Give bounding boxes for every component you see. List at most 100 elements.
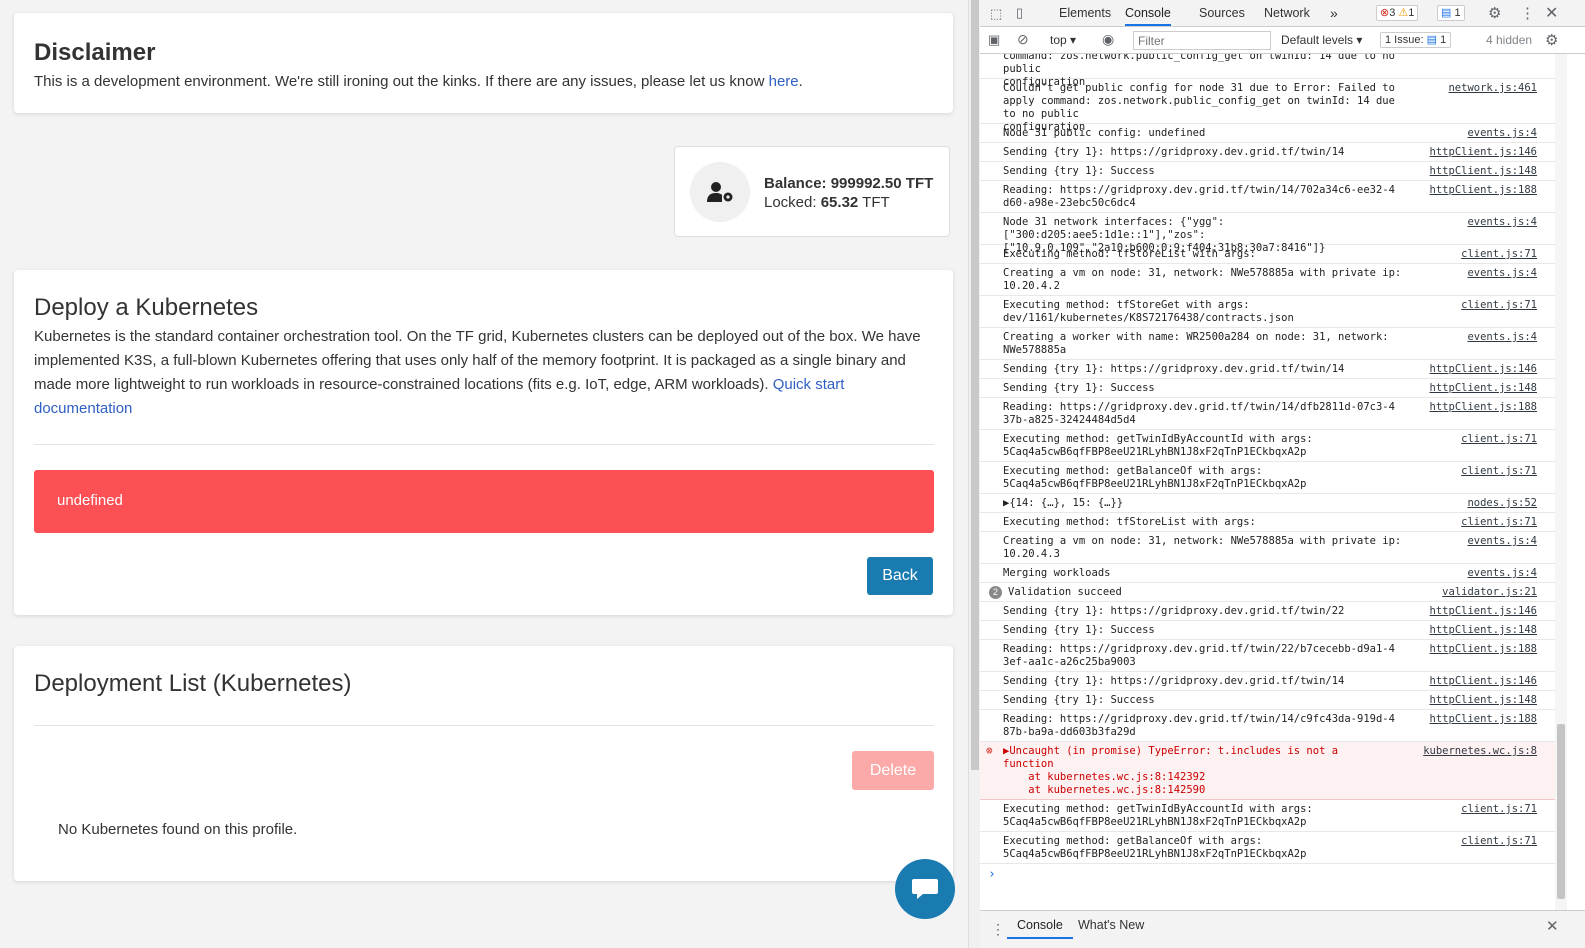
log-message: Creating a vm on node: 31, network: NWe5… [1003,267,1402,292]
log-source-link[interactable]: events.js:4 [1467,127,1537,140]
console-log-row: Sending {try 1}: https://gridproxy.dev.g… [980,602,1555,621]
console-scrollbar[interactable] [1555,54,1567,910]
more-options-icon[interactable]: ⋮ [1520,4,1535,22]
page-scrollbar-thumb[interactable] [971,0,979,770]
delete-button[interactable]: Delete [852,751,934,790]
drawer-toolbar: ⋮ Console What's New ✕ [980,910,1585,948]
chat-icon [912,879,938,899]
close-drawer-icon[interactable]: ✕ [1546,917,1559,935]
log-message: Sending {try 1}: https://gridproxy.dev.g… [1003,675,1345,687]
context-selector[interactable]: top ▾ [1050,33,1076,47]
more-tabs-button[interactable]: » [1330,0,1338,26]
log-source-link[interactable]: client.js:71 [1461,433,1537,446]
divider [34,725,934,726]
log-source-link[interactable]: nodes.js:52 [1467,497,1537,510]
drawer-tab-whats-new[interactable]: What's New [1078,911,1144,939]
log-message: Executing method: getTwinIdByAccountId w… [1003,803,1313,828]
user-settings-icon [707,182,733,202]
log-source-link[interactable]: client.js:71 [1461,465,1537,478]
device-toolbar-icon[interactable]: ▯ [1016,5,1023,21]
balance-card: Balance: 999992.50 TFT Locked: 65.32 TFT [674,146,950,237]
live-expression-icon[interactable]: ◉ [1102,31,1114,48]
console-log-row: Couldn't get public config for node 31 d… [980,79,1555,133]
disclaimer-body: This is a development environment. We're… [34,73,769,90]
log-message: Merging workloads [1003,567,1111,579]
log-source-link[interactable]: client.js:71 [1461,248,1537,261]
log-source-link[interactable]: events.js:4 [1467,267,1537,280]
log-source-link[interactable]: events.js:4 [1467,216,1537,229]
error-icon: ⊗ [1380,7,1390,19]
log-source-link[interactable]: httpClient.js:146 [1430,675,1537,688]
log-source-link[interactable]: httpClient.js:148 [1430,382,1537,395]
console-scrollbar-thumb[interactable] [1557,724,1565,899]
log-source-link[interactable]: httpClient.js:146 [1430,605,1537,618]
disclaimer-card: Disclaimer This is a development environ… [14,13,953,113]
log-source-link[interactable]: httpClient.js:146 [1430,146,1537,159]
console-log-row: ▶{14: {…}, 15: {…}} nodes.js:52 [980,494,1555,513]
log-message: Reading: https://gridproxy.dev.grid.tf/t… [1003,643,1395,668]
console-log-row: Sending {try 1}: Success httpClient.js:14… [980,162,1555,181]
tab-elements[interactable]: Elements [1059,0,1111,26]
warning-icon: ⚠ [1398,7,1409,19]
log-message: ▶{14: {…}, 15: {…}} [1003,497,1124,509]
settings-icon[interactable]: ⚙ [1488,4,1501,22]
devtools-main-toolbar: ⬚ ▯ Elements Console Sources Network » ⊗… [980,0,1585,27]
log-source-link[interactable]: httpClient.js:188 [1430,401,1537,414]
log-source-link[interactable]: httpClient.js:188 [1430,184,1537,197]
log-source-link[interactable]: httpClient.js:188 [1430,643,1537,656]
hidden-count: 4 hidden [1486,33,1533,47]
info-counter[interactable]: ▤ 1 [1437,5,1465,21]
log-message: Node 31 public config: undefined [1003,127,1206,139]
console-prompt[interactable]: › [988,867,996,882]
log-message: Executing method: getBalanceOf with args… [1003,465,1307,490]
filter-input[interactable] [1133,31,1271,50]
log-source-link[interactable]: httpClient.js:146 [1430,363,1537,376]
log-source-link[interactable]: kubernetes.wc.js:8 [1423,745,1537,758]
close-devtools-icon[interactable]: ✕ [1545,3,1558,23]
clear-console-icon[interactable]: ⊘ [1017,31,1029,48]
log-message: Creating a vm on node: 31, network: NWe5… [1003,535,1402,560]
console-log-row: Reading: https://gridproxy.dev.grid.tf/t… [980,710,1555,742]
disclaimer-here-link[interactable]: here [769,73,799,90]
log-source-link[interactable]: events.js:4 [1467,567,1537,580]
log-source-link[interactable]: events.js:4 [1467,535,1537,548]
log-source-link[interactable]: events.js:4 [1467,331,1537,344]
log-source-link[interactable]: validator.js:21 [1442,586,1537,599]
console-log-row: 2 Validation succeed validator.js:21 [980,583,1555,602]
log-source-link[interactable]: httpClient.js:148 [1430,165,1537,178]
console-error-row: ⊗ ▶Uncaught (in promise) TypeError: t.inc… [980,742,1555,800]
error-counter[interactable]: ⊗3 ⚠1 [1376,5,1419,21]
log-source-link[interactable]: client.js:71 [1461,299,1537,312]
chat-button[interactable] [895,859,955,919]
issues-button[interactable]: 1 Issue: ▤ 1 [1380,32,1452,48]
sidebar-toggle-icon[interactable]: ▣ [988,32,1000,48]
log-source-link[interactable]: client.js:71 [1461,835,1537,848]
tab-network[interactable]: Network [1264,0,1310,26]
page-scrollbar[interactable] [968,0,980,948]
disclaimer-period: . [798,73,803,90]
log-message: Executing method: tfStoreList with args: [1003,248,1256,260]
drawer-menu-icon[interactable]: ⋮ [991,921,1005,938]
console-log-row: Sending {try 1}: Success httpClient.js:14… [980,621,1555,640]
console-settings-icon[interactable]: ⚙ [1545,31,1558,49]
log-message: Executing method: getBalanceOf with args… [1003,835,1307,860]
console-log-row: Executing method: tfStoreList with args:… [980,513,1555,532]
console-log-row: Sending {try 1}: Success httpClient.js:14… [980,379,1555,398]
log-source-link[interactable]: client.js:71 [1461,803,1537,816]
account-avatar[interactable] [690,162,750,222]
log-source-link[interactable]: network.js:461 [1448,82,1537,95]
tab-console[interactable]: Console [1125,0,1171,26]
drawer-tab-console[interactable]: Console [1007,911,1073,939]
balance-value: 999992.50 TFT [830,175,934,192]
error-banner: undefined [34,470,934,533]
tab-sources[interactable]: Sources [1199,0,1245,26]
log-message: Creating a worker with name: WR2500a284 … [1003,331,1389,356]
inspect-element-icon[interactable]: ⬚ [990,6,1002,22]
log-levels-dropdown[interactable]: Default levels ▾ [1281,33,1362,47]
log-source-link[interactable]: httpClient.js:148 [1430,694,1537,707]
error-count: 3 [1389,7,1396,19]
back-button[interactable]: Back [867,557,933,595]
log-source-link[interactable]: httpClient.js:188 [1430,713,1537,726]
log-source-link[interactable]: httpClient.js:148 [1430,624,1537,637]
log-source-link[interactable]: client.js:71 [1461,516,1537,529]
